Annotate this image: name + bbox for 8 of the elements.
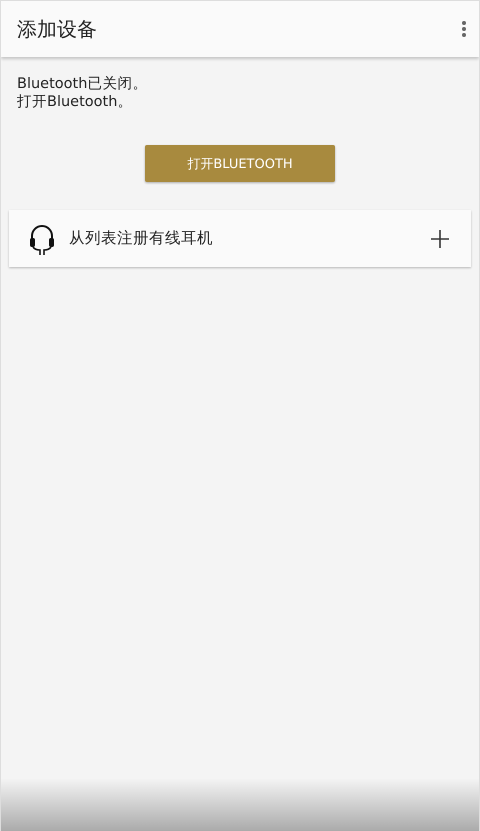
list-item[interactable]: 从列表注册有线耳机 <box>9 210 471 267</box>
status-message: Bluetooth已关闭。 <box>17 75 148 93</box>
plus-icon[interactable] <box>431 230 449 248</box>
list-item-label: 从列表注册有线耳机 <box>69 228 214 249</box>
app-bar-title: 添加设备 <box>17 16 97 42</box>
status-message: 打开Bluetooth。 <box>17 93 134 111</box>
headphones-icon <box>29 222 55 254</box>
more-options-icon[interactable] <box>461 20 467 38</box>
